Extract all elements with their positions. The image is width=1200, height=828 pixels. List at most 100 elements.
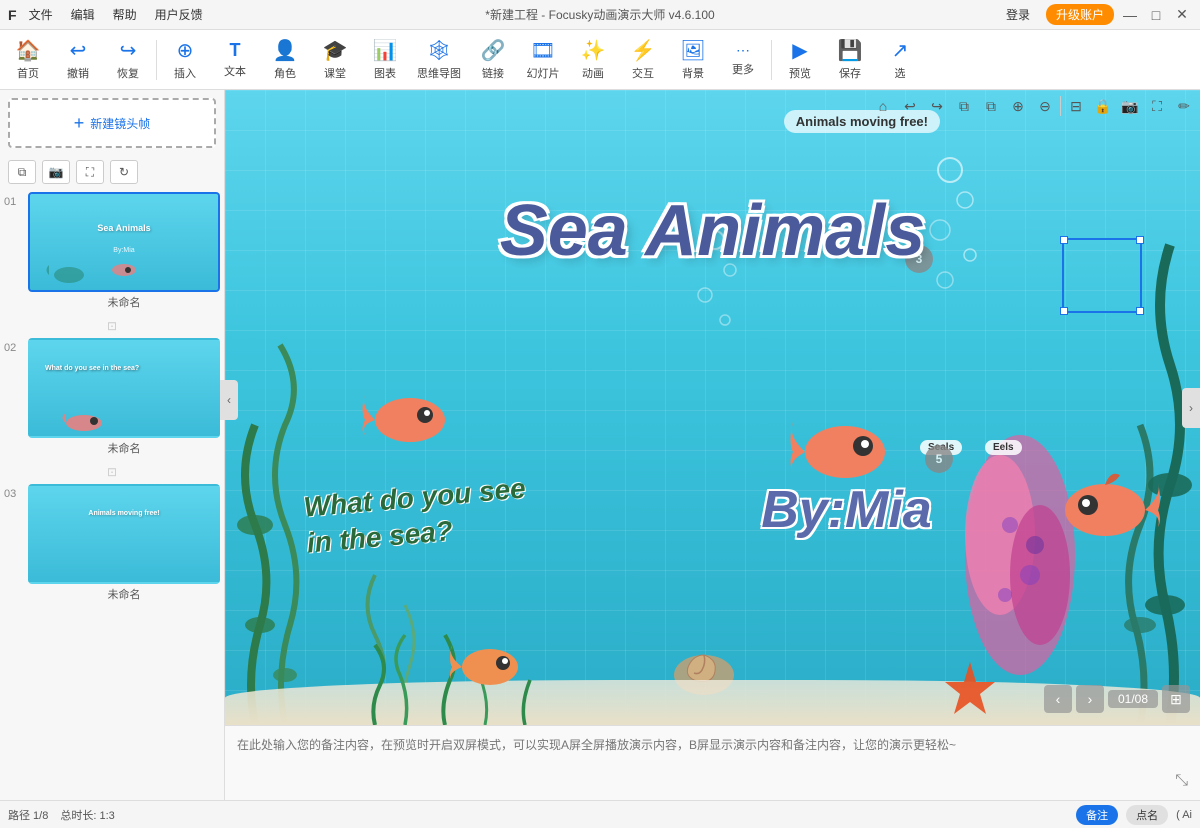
- tool-undo[interactable]: ↩ 撤销: [54, 33, 102, 87]
- slide-item-1: 01 Sea Ani: [4, 192, 220, 312]
- tool-chart[interactable]: 📊 图表: [361, 33, 409, 87]
- interact-icon: ⚡: [631, 38, 656, 63]
- canvas-camera-btn[interactable]: 📷: [1118, 94, 1142, 118]
- slide-item-3: 03 Animals moving free! 未命名: [4, 484, 220, 604]
- chart-icon: 📊: [373, 38, 398, 63]
- slide-sep-1: ⊡: [4, 316, 220, 336]
- tool-more[interactable]: ⋯ 更多: [719, 33, 767, 87]
- tool-anim[interactable]: ✨ 动画: [569, 33, 617, 87]
- sel-handle-tl[interactable]: [1060, 236, 1068, 244]
- tool-preview-label: 预览: [789, 65, 811, 81]
- canvas-edit-btn[interactable]: ✏: [1172, 94, 1196, 118]
- tool-interact[interactable]: ⚡ 交互: [619, 33, 667, 87]
- status-bar: 路径 1/8 总时长: 1:3 备注 点名 ( Ai: [0, 800, 1200, 828]
- slide-label-2: 未命名: [28, 438, 220, 458]
- tool-mindmap[interactable]: 🕸 思维导图: [411, 33, 467, 87]
- menu-edit[interactable]: 编辑: [63, 2, 103, 27]
- sel-handle-bl[interactable]: [1060, 307, 1068, 315]
- canvas-sep: [1060, 96, 1061, 116]
- slide-thumb-inner-2: What do you see in the sea?: [30, 340, 218, 436]
- tool-select-label: 选: [895, 65, 906, 81]
- slide-thumb-inner-3: Animals moving free!: [30, 486, 218, 582]
- close-button[interactable]: ✕: [1172, 5, 1192, 25]
- slide-thumb-1[interactable]: Sea Animals By:Mia: [28, 192, 220, 292]
- screenshot-button[interactable]: 📷: [42, 160, 70, 184]
- titlebar: F 文件 编辑 帮助 用户反馈 *新建工程 - Focusky动画演示大师 v4…: [0, 0, 1200, 30]
- undo-icon: ↩: [70, 38, 87, 63]
- notes-btn[interactable]: 备注: [1076, 805, 1118, 825]
- tool-select[interactable]: ↗ 选: [876, 33, 924, 87]
- canvas-copy2-btn[interactable]: ⧉: [979, 94, 1003, 118]
- minimize-button[interactable]: —: [1120, 5, 1140, 25]
- canvas-lock-btn[interactable]: 🔒: [1091, 94, 1115, 118]
- tool-redo[interactable]: ↪ 恢复: [104, 33, 152, 87]
- upgrade-button[interactable]: 升级账户: [1046, 4, 1114, 25]
- canvas-home-btn[interactable]: ⌂: [871, 94, 895, 118]
- bg-icon: 🖼: [680, 38, 705, 63]
- canvas-align-btn[interactable]: ⊟: [1064, 94, 1088, 118]
- expand-side-button[interactable]: ›: [1182, 388, 1200, 428]
- sea-canvas: Seals Eels 3 5 Animals moving free! Sea: [225, 90, 1200, 725]
- tool-preview[interactable]: ▶ 预览: [776, 33, 824, 87]
- tool-mindmap-label: 思维导图: [417, 65, 461, 81]
- tool-save-label: 保存: [839, 65, 861, 81]
- canvas-wrapper[interactable]: Seals Eels 3 5 Animals moving free! Sea: [225, 90, 1200, 725]
- menu-file[interactable]: 文件: [21, 2, 61, 27]
- sel-handle-br[interactable]: [1136, 307, 1144, 315]
- tool-text[interactable]: T 文本: [211, 33, 259, 87]
- menu-help[interactable]: 帮助: [105, 2, 145, 27]
- tool-link[interactable]: 🔗 链接: [469, 33, 517, 87]
- canvas-redo-btn[interactable]: ↪: [925, 94, 949, 118]
- canvas-zoomout-btn[interactable]: ⊖: [1033, 94, 1057, 118]
- tool-role[interactable]: 👤 角色: [261, 33, 309, 87]
- collapse-sidebar-button[interactable]: ‹: [220, 380, 238, 420]
- tool-class-label: 课堂: [324, 65, 346, 81]
- tool-class[interactable]: 🎓 课堂: [311, 33, 359, 87]
- titlebar-right: 登录 升级账户 — □ ✕: [996, 4, 1200, 25]
- thumb3-title: Animals moving free!: [88, 510, 159, 517]
- titlebar-left: F 文件 编辑 帮助 用户反馈: [0, 2, 211, 27]
- fish1-svg: [355, 380, 455, 460]
- canvas-main-title: Sea Animals: [500, 190, 926, 272]
- menu-feedback[interactable]: 用户反馈: [147, 2, 211, 27]
- fit-button[interactable]: ⛶: [76, 160, 104, 184]
- canvas-fit-btn[interactable]: ⛶: [1145, 94, 1169, 118]
- thumb2-title: What do you see in the sea?: [45, 364, 139, 373]
- next-page-btn[interactable]: ›: [1076, 685, 1104, 713]
- tool-slide[interactable]: 🎞 幻灯片: [519, 33, 567, 87]
- slide-thumb-3[interactable]: Animals moving free!: [28, 484, 220, 584]
- tool-redo-label: 恢复: [117, 65, 139, 81]
- tool-save[interactable]: 💾 保存: [826, 33, 874, 87]
- num-badge-5: 5: [925, 445, 953, 473]
- tool-home[interactable]: 🏠 首页: [4, 33, 52, 87]
- path-status: 路径 1/8: [8, 807, 48, 823]
- canvas-copy-btn[interactable]: ⧉: [952, 94, 976, 118]
- tool-anim-label: 动画: [582, 65, 604, 81]
- canvas-undo-btn[interactable]: ↩: [898, 94, 922, 118]
- maximize-button[interactable]: □: [1146, 5, 1166, 25]
- expand-notes-button[interactable]: ⤡: [1175, 772, 1188, 790]
- sel-handle-tr[interactable]: [1136, 236, 1144, 244]
- canvas-toolbar: ⌂ ↩ ↪ ⧉ ⧉ ⊕ ⊖ ⊟ 🔒 📷 ⛶ ✏: [871, 94, 1196, 118]
- rotate-button[interactable]: ↻: [110, 160, 138, 184]
- login-button[interactable]: 登录: [996, 4, 1040, 25]
- grid-overlay: [225, 90, 1200, 725]
- expand-page-btn[interactable]: ⊞: [1162, 685, 1190, 713]
- copy-frame-button[interactable]: ⧉: [8, 160, 36, 184]
- role-icon: 👤: [273, 38, 298, 63]
- canvas-zoomin-btn[interactable]: ⊕: [1006, 94, 1030, 118]
- callout-btn[interactable]: 点名: [1126, 805, 1168, 825]
- slide-icon: 🎞: [530, 38, 555, 63]
- save-icon: 💾: [838, 38, 863, 63]
- notes-input[interactable]: [237, 736, 1188, 791]
- frame-actions: ⧉ 📷 ⛶ ↻: [0, 156, 224, 188]
- slide-thumb-2[interactable]: What do you see in the sea?: [28, 338, 220, 438]
- prev-page-btn[interactable]: ‹: [1044, 685, 1072, 713]
- mindmap-icon: 🕸: [426, 38, 451, 63]
- selection-box[interactable]: [1062, 238, 1142, 313]
- tool-bg[interactable]: 🖼 背景: [669, 33, 717, 87]
- tool-insert[interactable]: ⊕ 插入: [161, 33, 209, 87]
- eels-label-tag: Eels: [985, 440, 1022, 455]
- new-frame-button[interactable]: + 新建镜头帧: [8, 98, 216, 148]
- new-frame-label: 新建镜头帧: [90, 115, 150, 132]
